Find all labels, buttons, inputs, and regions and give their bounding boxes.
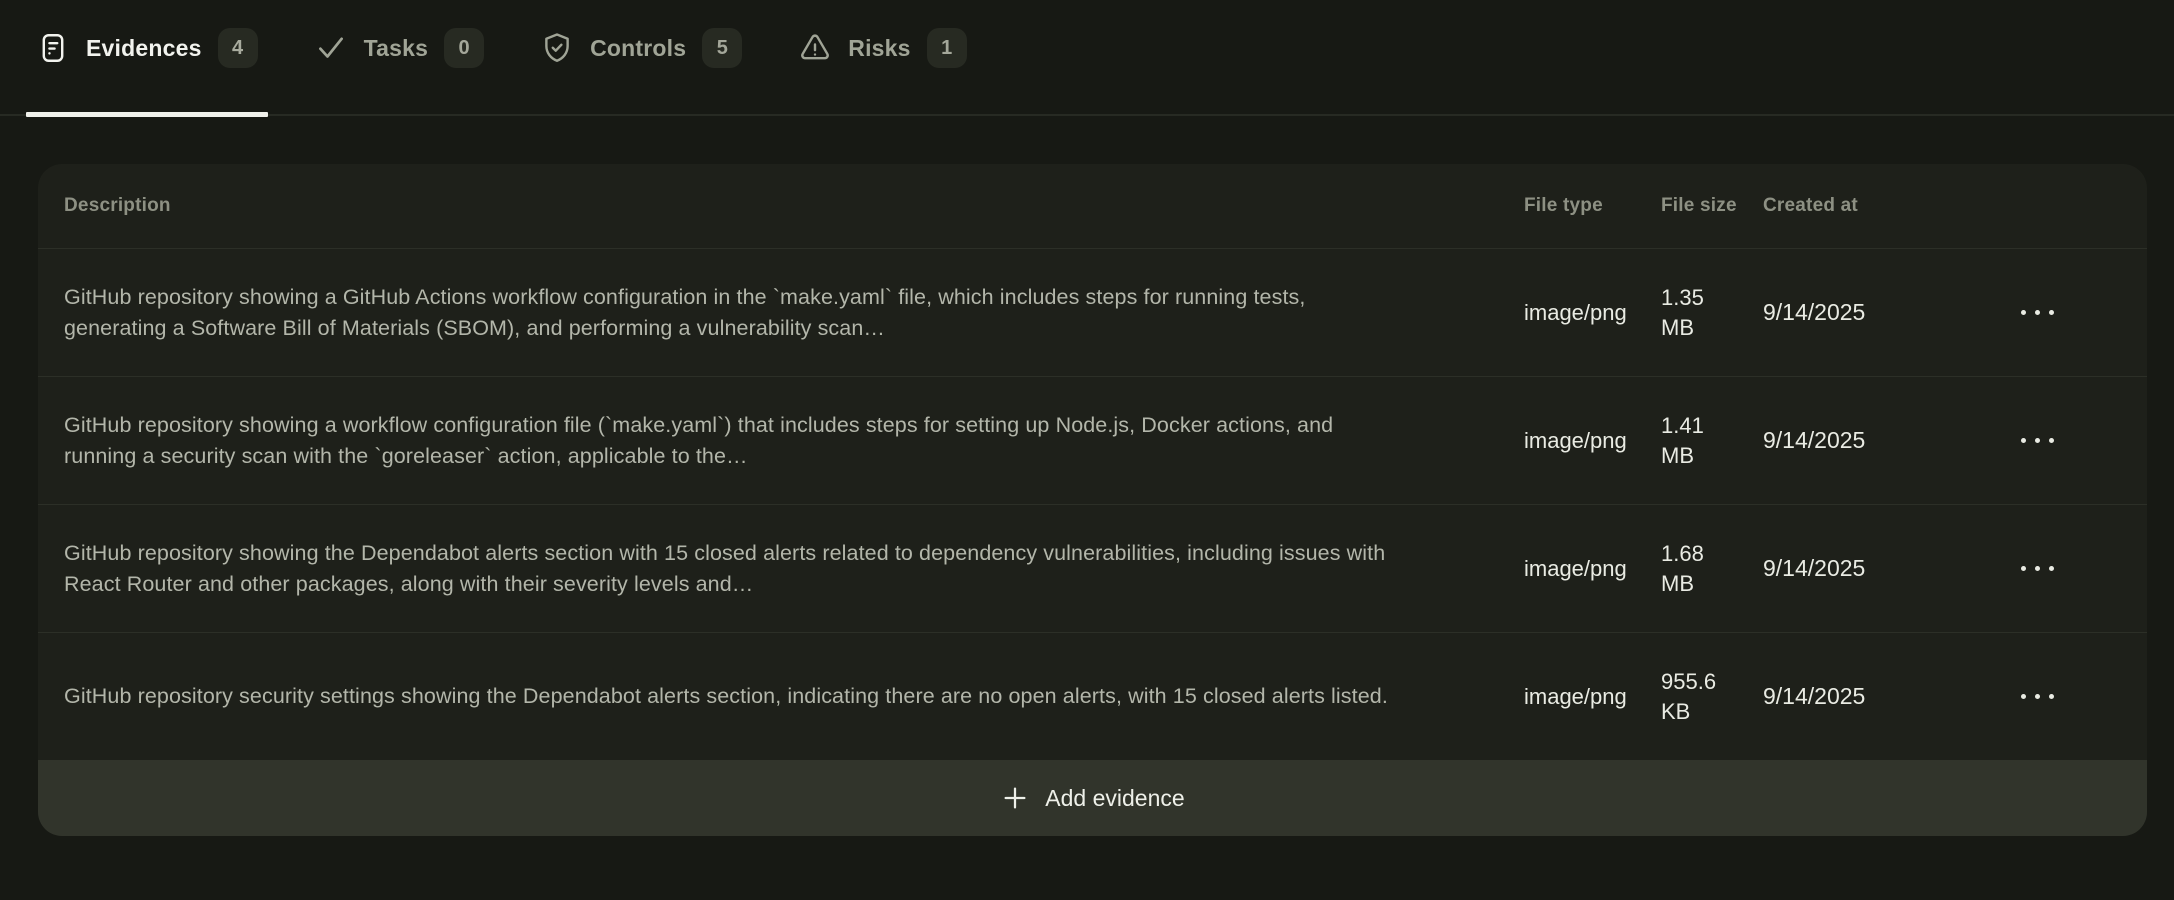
evidence-file-type: image/png (1524, 426, 1661, 456)
tab-tasks[interactable]: Tasks 0 (314, 28, 485, 114)
table-row[interactable]: GitHub repository showing a workflow con… (38, 376, 2147, 504)
ellipsis-icon (2021, 566, 2026, 571)
tab-controls[interactable]: Controls 5 (540, 28, 742, 114)
column-header-file-type: File type (1524, 195, 1661, 217)
tab-tasks-label: Tasks (364, 35, 429, 62)
table-header-row: Description File type File size Created … (38, 164, 2147, 248)
tab-risks-label: Risks (848, 35, 910, 62)
table-row[interactable]: GitHub repository security settings show… (38, 632, 2147, 760)
evidence-file-type: image/png (1524, 682, 1661, 712)
table-row[interactable]: GitHub repository showing the Dependabot… (38, 504, 2147, 632)
evidence-file-size: 1.35 MB (1661, 283, 1747, 343)
evidence-file-type: image/png (1524, 298, 1661, 328)
evidence-description: GitHub repository showing a workflow con… (64, 410, 1464, 472)
evidences-page: Evidences 4 Tasks 0 Controls 5 (0, 0, 2174, 900)
add-evidence-button[interactable]: Add evidence (38, 760, 2147, 836)
plus-icon (1000, 783, 1030, 813)
evidence-created-at: 9/14/2025 (1763, 299, 1994, 326)
evidence-created-at: 9/14/2025 (1763, 555, 1994, 582)
ellipsis-icon (2021, 694, 2026, 699)
tab-controls-count-badge: 5 (702, 28, 742, 68)
evidence-description: GitHub repository security settings show… (64, 681, 1464, 712)
add-evidence-label: Add evidence (1045, 785, 1184, 812)
row-menu-button[interactable] (2011, 300, 2064, 325)
evidence-file-type: image/png (1524, 554, 1661, 584)
tab-evidences-count-badge: 4 (218, 28, 258, 68)
tab-evidences-label: Evidences (86, 35, 202, 62)
tab-risks-count-badge: 1 (927, 28, 967, 68)
row-menu-button[interactable] (2011, 684, 2064, 709)
evidence-table-card: Description File type File size Created … (38, 164, 2147, 836)
tab-evidences[interactable]: Evidences 4 (36, 28, 258, 114)
shield-check-icon (540, 31, 574, 65)
column-header-file-size: File size (1661, 195, 1763, 217)
evidence-description: GitHub repository showing a GitHub Actio… (64, 282, 1464, 344)
tab-controls-label: Controls (590, 35, 686, 62)
evidence-file-size: 1.68 MB (1661, 539, 1747, 599)
row-menu-button[interactable] (2011, 556, 2064, 581)
column-header-description: Description (64, 195, 1524, 217)
check-icon (314, 31, 348, 65)
row-menu-button[interactable] (2011, 428, 2064, 453)
table-row[interactable]: GitHub repository showing a GitHub Actio… (38, 248, 2147, 376)
evidence-file-size: 955.6 KB (1661, 667, 1747, 727)
warning-triangle-icon (798, 31, 832, 65)
ellipsis-icon (2021, 438, 2026, 443)
evidence-file-size: 1.41 MB (1661, 411, 1747, 471)
column-header-created-at: Created at (1763, 195, 1994, 217)
ellipsis-icon (2021, 310, 2026, 315)
tab-bar: Evidences 4 Tasks 0 Controls 5 (0, 0, 2174, 116)
tab-risks[interactable]: Risks 1 (798, 28, 966, 114)
notepad-icon (36, 31, 70, 65)
evidence-description: GitHub repository showing the Dependabot… (64, 538, 1464, 600)
evidence-created-at: 9/14/2025 (1763, 427, 1994, 454)
evidence-created-at: 9/14/2025 (1763, 683, 1994, 710)
tab-tasks-count-badge: 0 (444, 28, 484, 68)
